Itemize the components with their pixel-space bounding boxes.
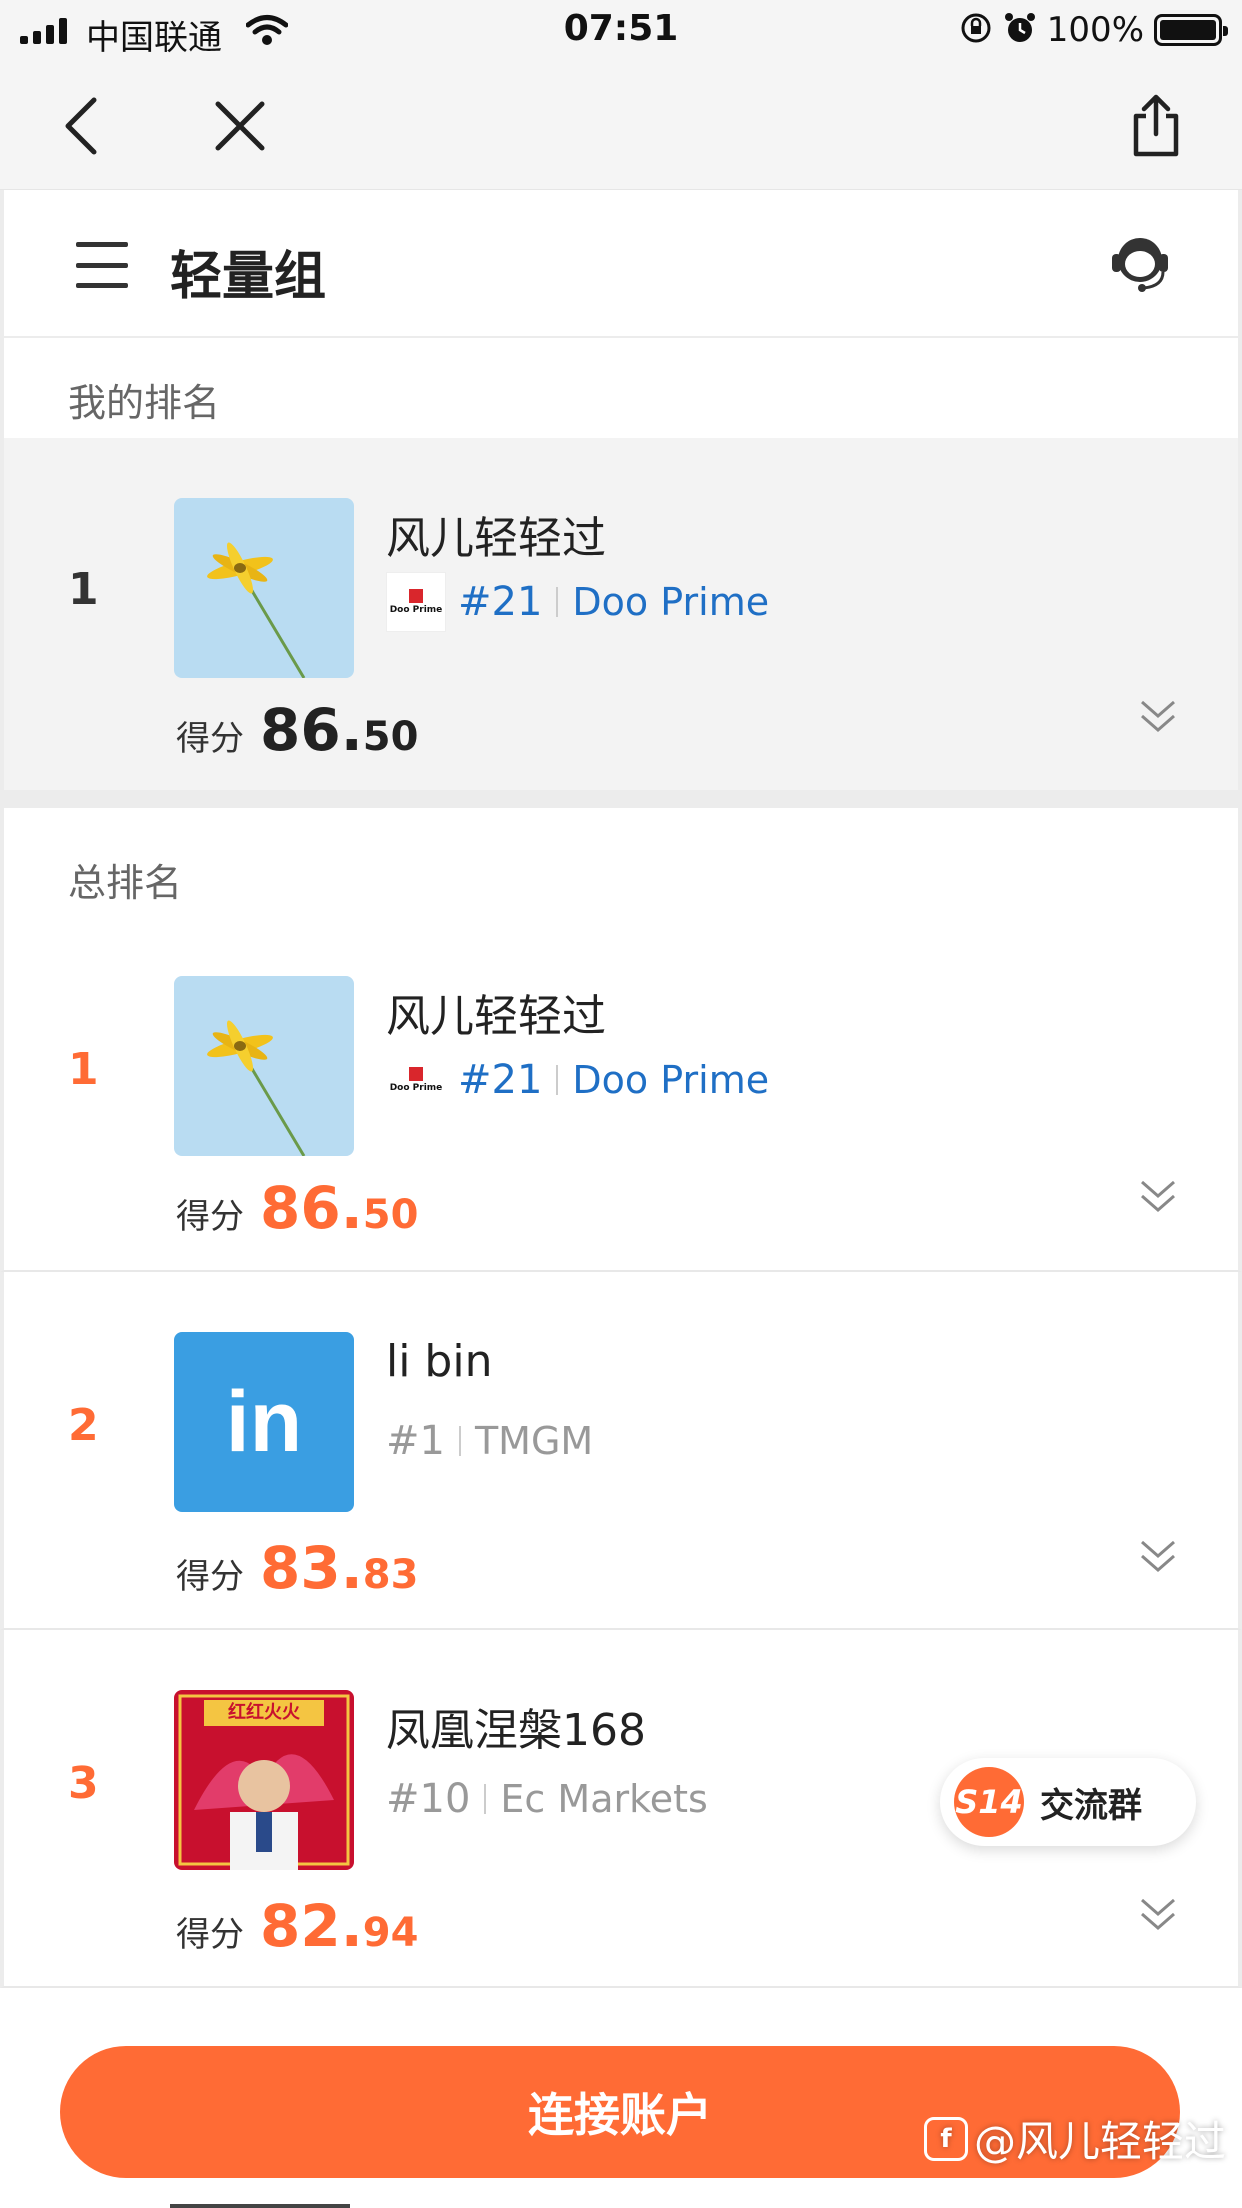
- alarm-icon: [1003, 11, 1037, 49]
- chevron-down-icon[interactable]: [1138, 1176, 1178, 1216]
- chevron-left-icon: [65, 97, 97, 155]
- account-meta: Doo Prime #21 Doo Prime: [386, 1050, 769, 1110]
- avatar-banner-text: 红红火火: [228, 1702, 300, 1723]
- overall-rank-section-header: 总排名: [0, 808, 1242, 922]
- list-item[interactable]: 1 风儿轻轻过 Doo Prime #21 Doo Prime 得分 86. 5…: [0, 922, 1242, 1272]
- orientation-lock-icon: [959, 11, 993, 49]
- score-decimal: 83: [362, 1552, 419, 1598]
- score-integer: 86.: [260, 696, 363, 764]
- avatar: [174, 976, 354, 1156]
- close-button[interactable]: [202, 88, 278, 164]
- rank-number: 3: [68, 1758, 99, 1809]
- avatar: 红红火火: [174, 1690, 354, 1870]
- score: 得分 83. 83: [176, 1534, 418, 1602]
- battery-icon: [1154, 14, 1228, 46]
- broker-name[interactable]: Ec Markets: [500, 1777, 707, 1821]
- trader-name: li bin: [386, 1336, 493, 1387]
- score-label: 得分: [176, 1915, 244, 1955]
- account-rank: #1: [386, 1418, 445, 1464]
- account-rank: #21: [458, 579, 543, 625]
- score-decimal: 94: [362, 1910, 419, 1956]
- broker-logo: Doo Prime: [386, 1050, 446, 1110]
- page-title: 轻量组: [170, 247, 327, 307]
- close-icon: [215, 101, 265, 151]
- score-integer: 83.: [260, 1534, 363, 1602]
- account-meta: #1 TMGM: [386, 1418, 593, 1464]
- list-item[interactable]: 2 in li bin #1 TMGM 得分 83. 83: [0, 1272, 1242, 1630]
- battery-percent: 100%: [1046, 10, 1144, 50]
- broker-name[interactable]: Doo Prime: [572, 580, 769, 624]
- trader-name: 风儿轻轻过: [386, 513, 606, 564]
- score-decimal: 50: [362, 714, 419, 760]
- account-meta: #10 Ec Markets: [386, 1776, 708, 1822]
- my-rank-section-header: 我的排名: [0, 338, 1242, 438]
- back-button[interactable]: [42, 88, 118, 164]
- weibo-logo-icon: f: [923, 2116, 968, 2161]
- browser-nav-bar: [0, 62, 1242, 190]
- avatar: in: [174, 1332, 354, 1512]
- broker-name[interactable]: TMGM: [475, 1419, 593, 1463]
- watermark-text: @风儿轻轻过: [973, 2117, 1226, 2166]
- score-label: 得分: [176, 1557, 244, 1597]
- chevron-down-icon[interactable]: [1138, 696, 1178, 736]
- score-label: 得分: [176, 1197, 244, 1237]
- score-label: 得分: [176, 719, 244, 759]
- score: 得分 82. 94: [176, 1892, 418, 1960]
- app-header: 轻量组: [0, 190, 1242, 338]
- customer-service-icon[interactable]: [1108, 230, 1172, 294]
- section-label: 总排名: [68, 861, 183, 905]
- chat-group-button[interactable]: S14 交流群: [940, 1758, 1196, 1846]
- score-integer: 82.: [260, 1892, 363, 1960]
- score: 得分 86. 50: [176, 696, 418, 764]
- account-rank: #21: [458, 1057, 543, 1103]
- chat-badge: S14: [954, 1767, 1024, 1837]
- rank-number: 2: [68, 1400, 99, 1451]
- broker-logo: Doo Prime: [386, 572, 446, 632]
- menu-icon[interactable]: [76, 242, 128, 288]
- trader-name: 风儿轻轻过: [386, 991, 606, 1042]
- chat-label: 交流群: [1040, 1785, 1142, 1826]
- rank-number: 1: [68, 1044, 99, 1095]
- score: 得分 86. 50: [176, 1174, 418, 1242]
- scroll-hint-strip: [170, 2204, 350, 2208]
- chevron-down-icon[interactable]: [1138, 1894, 1178, 1934]
- broker-name[interactable]: Doo Prime: [572, 1058, 769, 1102]
- watermark: f @风儿轻轻过: [923, 2108, 1226, 2169]
- share-icon: [1133, 94, 1179, 157]
- status-bar: 中国联通 07:51 100%: [0, 0, 1242, 62]
- section-divider: [0, 790, 1242, 808]
- rank-number: 1: [68, 564, 99, 615]
- score-decimal: 50: [362, 1192, 419, 1238]
- avatar: [174, 498, 354, 678]
- my-rank-card[interactable]: 1 风儿轻轻过 Doo Prime #21 Doo Prime 得分 86. 5…: [0, 438, 1242, 790]
- account-meta: Doo Prime #21 Doo Prime: [386, 572, 769, 632]
- score-integer: 86.: [260, 1174, 363, 1242]
- chevron-down-icon[interactable]: [1138, 1536, 1178, 1576]
- share-button[interactable]: [1118, 88, 1194, 164]
- section-label: 我的排名: [68, 381, 221, 425]
- account-rank: #10: [386, 1776, 471, 1822]
- trader-name: 凤凰涅槃168: [386, 1705, 646, 1756]
